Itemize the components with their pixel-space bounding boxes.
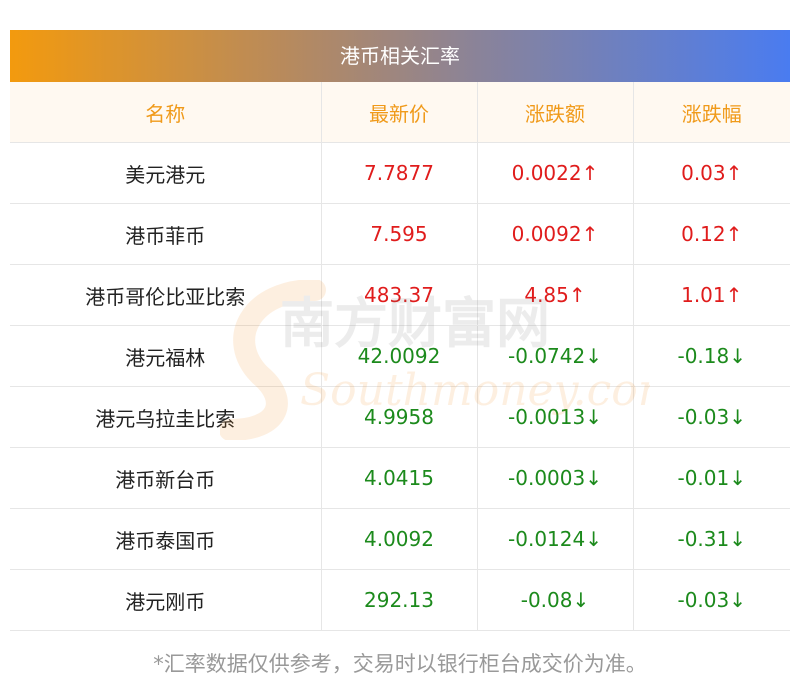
latest-price: 42.0092 <box>321 325 478 387</box>
currency-name: 港元福林 <box>10 325 322 387</box>
table-row: 港币新台币 4.0415 -0.0003↓ -0.01↓ <box>10 447 790 509</box>
page-title-banner: 港币相关汇率 <box>10 30 790 82</box>
currency-name: 港币哥伦比亚比索 <box>10 264 322 326</box>
price-change: 4.85↑ <box>477 264 634 326</box>
price-change: -0.0003↓ <box>477 447 634 509</box>
currency-name: 港币泰国币 <box>10 508 322 570</box>
price-change-pct: 0.12↑ <box>633 203 790 265</box>
price-change: -0.08↓ <box>477 569 634 631</box>
price-change: 0.0092↑ <box>477 203 634 265</box>
price-change: -0.0742↓ <box>477 325 634 387</box>
table-row: 港币哥伦比亚比索 483.37 4.85↑ 1.01↑ <box>10 264 790 326</box>
price-change-pct: -0.31↓ <box>633 508 790 570</box>
latest-price: 7.595 <box>321 203 478 265</box>
price-change: -0.0013↓ <box>477 386 634 448</box>
table-row: 港币菲币 7.595 0.0092↑ 0.12↑ <box>10 203 790 265</box>
page: 港币相关汇率 名称 最新价 涨跌额 涨跌幅 美元港元 7.7877 0.0022… <box>0 0 800 697</box>
currency-name: 港币菲币 <box>10 203 322 265</box>
currency-name: 美元港元 <box>10 142 322 204</box>
price-change: -0.0124↓ <box>477 508 634 570</box>
disclaimer-note: *汇率数据仅供参考，交易时以银行柜台成交价为准。 <box>153 652 647 676</box>
price-change-pct: -0.01↓ <box>633 447 790 509</box>
table-row: 港元刚币 292.13 -0.08↓ -0.03↓ <box>10 569 790 631</box>
currency-name: 港币新台币 <box>10 447 322 509</box>
table-header-row: 名称 最新价 涨跌额 涨跌幅 <box>10 82 790 143</box>
table-row: 美元港元 7.7877 0.0022↑ 0.03↑ <box>10 142 790 204</box>
price-change-pct: -0.03↓ <box>633 569 790 631</box>
price-change-pct: 1.01↑ <box>633 264 790 326</box>
page-title: 港币相关汇率 <box>340 44 460 68</box>
table-row: 港币泰国币 4.0092 -0.0124↓ -0.31↓ <box>10 508 790 570</box>
latest-price: 292.13 <box>321 569 478 631</box>
latest-price: 4.0092 <box>321 508 478 570</box>
currency-name: 港元刚币 <box>10 569 322 631</box>
latest-price: 4.0415 <box>321 447 478 509</box>
latest-price: 483.37 <box>321 264 478 326</box>
price-change-pct: -0.03↓ <box>633 386 790 448</box>
price-change-pct: 0.03↑ <box>633 142 790 204</box>
header-change: 涨跌额 <box>477 82 634 143</box>
header-change-pct: 涨跌幅 <box>633 82 790 143</box>
table-row: 港元乌拉圭比索 4.9958 -0.0013↓ -0.03↓ <box>10 386 790 448</box>
table-row: 港元福林 42.0092 -0.0742↓ -0.18↓ <box>10 325 790 387</box>
latest-price: 4.9958 <box>321 386 478 448</box>
header-price: 最新价 <box>321 82 478 143</box>
exchange-rate-table: 名称 最新价 涨跌额 涨跌幅 美元港元 7.7877 0.0022↑ 0.03↑… <box>10 82 790 631</box>
latest-price: 7.7877 <box>321 142 478 204</box>
currency-name: 港元乌拉圭比索 <box>10 386 322 448</box>
price-change: 0.0022↑ <box>477 142 634 204</box>
price-change-pct: -0.18↓ <box>633 325 790 387</box>
header-name: 名称 <box>10 82 322 143</box>
